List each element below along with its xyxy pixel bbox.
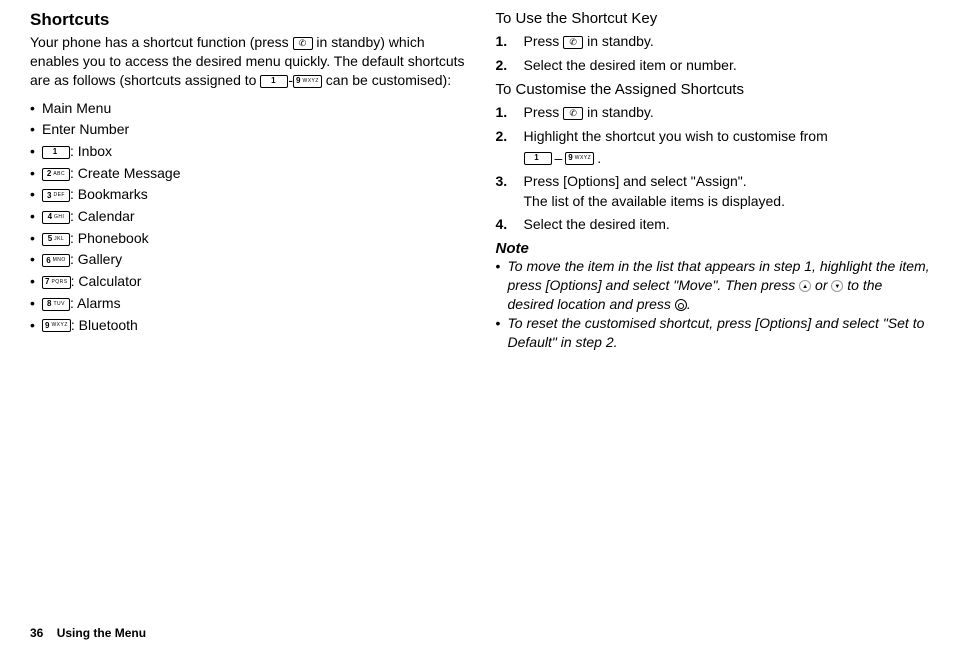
shortcuts-heading: Shortcuts	[30, 10, 466, 30]
step3-text: Press [Options] and select "Assign".	[524, 173, 747, 189]
key-1-icon: 1	[260, 75, 288, 88]
shortcut-key-icon: ✆	[563, 36, 583, 49]
shortcut-label: : Phonebook	[70, 230, 149, 246]
intro-text-3: can be customised):	[322, 72, 451, 88]
customise-section: To Customise the Assigned Shortcuts Pres…	[496, 81, 932, 235]
note1-p4: .	[687, 296, 691, 312]
intro-text-1: Your phone has a shortcut function (pres…	[30, 34, 293, 50]
down-arrow-icon	[831, 280, 843, 292]
list-item: 3DEF: Bookmarks	[30, 184, 466, 206]
numpad-key-icon: 7PQRS	[42, 276, 71, 289]
list-item: Main Menu	[30, 98, 466, 120]
shortcuts-list: Main MenuEnter Number1: Inbox2ABC: Creat…	[30, 98, 466, 337]
customise-step-2: Highlight the shortcut you wish to custo…	[496, 127, 932, 168]
customise-step-4: Select the desired item.	[496, 215, 932, 235]
use-steps: Press ✆ in standby. Select the desired i…	[496, 32, 932, 75]
notes-list: To move the item in the list that appear…	[496, 257, 932, 351]
shortcut-label: : Calendar	[70, 208, 135, 224]
customise-steps: Press ✆ in standby. Highlight the shortc…	[496, 103, 932, 235]
list-item: 6MNO: Gallery	[30, 249, 466, 271]
note-label: Note	[496, 240, 932, 257]
numpad-key-icon: 9WXYZ	[42, 319, 71, 332]
shortcut-label: : Inbox	[70, 143, 112, 159]
customise-step-3: Press [Options] and select "Assign". The…	[496, 172, 932, 211]
range-end: .	[597, 149, 601, 169]
numpad-key-icon: 4GHI	[42, 211, 70, 224]
shortcut-label: Main Menu	[42, 100, 111, 116]
page-footer: 36 Using the Menu	[30, 626, 931, 640]
step-text-pre: Press	[524, 33, 564, 49]
note-2: To reset the customised shortcut, press …	[496, 314, 932, 352]
key-9-icon: 9WXYZ	[565, 152, 594, 165]
numpad-key-icon: 6MNO	[42, 254, 70, 267]
shortcut-key-icon: ✆	[563, 107, 583, 120]
numpad-key-icon: 5JKL	[42, 233, 70, 246]
numpad-key-icon: 1	[42, 146, 70, 159]
step-text-post: in standby.	[583, 33, 654, 49]
page-number: 36	[30, 626, 43, 640]
key-9-icon: 9WXYZ	[293, 75, 322, 88]
step3-sub: The list of the available items is displ…	[524, 193, 785, 209]
shortcut-label: : Alarms	[70, 295, 121, 311]
center-button-icon	[675, 299, 687, 311]
key-1-icon: 1	[524, 152, 552, 165]
use-shortcut-section: To Use the Shortcut Key Press ✆ in stand…	[496, 10, 932, 75]
list-item: 2ABC: Create Message	[30, 163, 466, 185]
customise-step-1: Press ✆ in standby.	[496, 103, 932, 123]
list-item: 4GHI: Calendar	[30, 206, 466, 228]
main-content: Shortcuts Your phone has a shortcut func…	[30, 10, 931, 626]
numpad-key-icon: 8TUV	[42, 298, 70, 311]
use-heading: To Use the Shortcut Key	[496, 10, 932, 27]
shortcut-key-icon: ✆	[293, 37, 313, 50]
step-text-pre: Press	[524, 104, 564, 120]
customise-heading: To Customise the Assigned Shortcuts	[496, 81, 932, 98]
note-1: To move the item in the list that appear…	[496, 257, 932, 314]
shortcut-label: : Bookmarks	[70, 186, 148, 202]
list-item: 9WXYZ: Bluetooth	[30, 315, 466, 337]
shortcut-label: Enter Number	[42, 121, 129, 137]
numpad-key-icon: 3DEF	[42, 189, 70, 202]
shortcut-label: : Calculator	[71, 273, 142, 289]
step-text-post: in standby.	[583, 104, 654, 120]
left-column: Shortcuts Your phone has a shortcut func…	[30, 10, 466, 626]
up-arrow-icon	[799, 280, 811, 292]
list-item: 1: Inbox	[30, 141, 466, 163]
use-step-2: Select the desired item or number.	[496, 56, 932, 76]
list-item: 8TUV: Alarms	[30, 293, 466, 315]
note1-p2: or	[811, 277, 831, 293]
use-step-1: Press ✆ in standby.	[496, 32, 932, 52]
list-item: Enter Number	[30, 119, 466, 141]
right-column: To Use the Shortcut Key Press ✆ in stand…	[496, 10, 932, 626]
list-item: 5JKL: Phonebook	[30, 228, 466, 250]
shortcut-label: : Gallery	[70, 251, 122, 267]
range-sep: –	[555, 149, 563, 169]
intro-paragraph: Your phone has a shortcut function (pres…	[30, 33, 466, 90]
footer-title: Using the Menu	[57, 626, 146, 640]
shortcut-label: : Bluetooth	[71, 317, 138, 333]
list-item: 7PQRS: Calculator	[30, 271, 466, 293]
shortcut-label: : Create Message	[70, 165, 181, 181]
numpad-key-icon: 2ABC	[42, 168, 70, 181]
step2-text: Highlight the shortcut you wish to custo…	[524, 128, 828, 144]
